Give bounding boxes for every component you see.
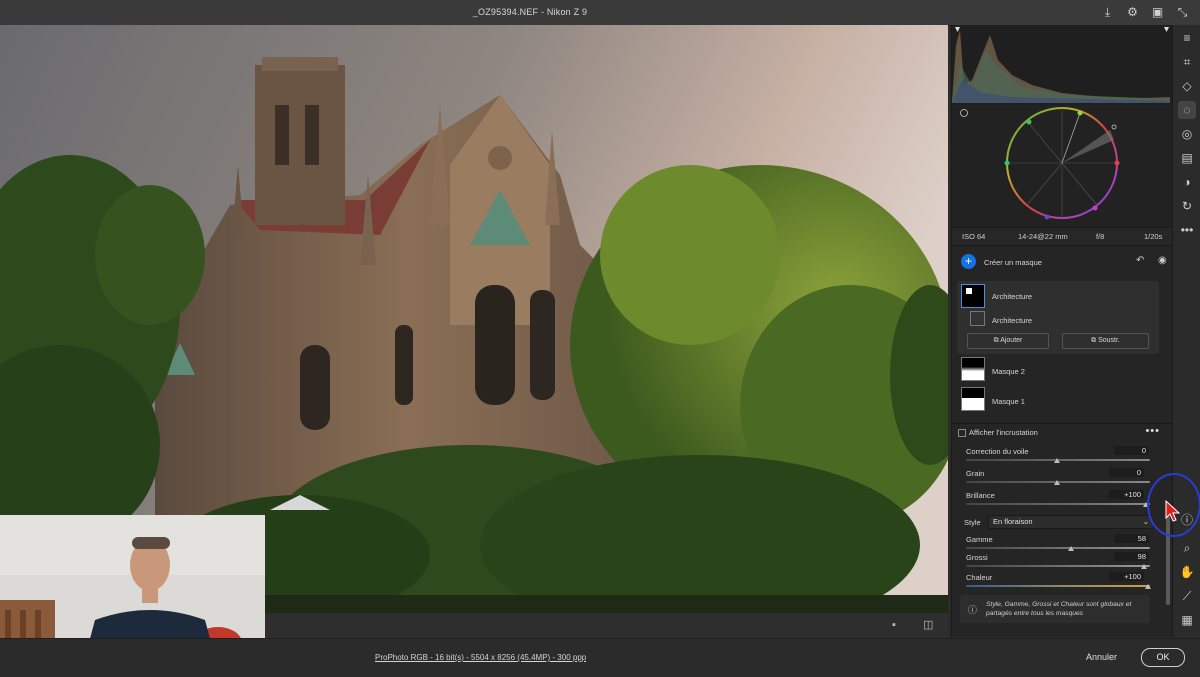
masking-icon[interactable]: ◌ <box>1178 101 1196 119</box>
style-dropdown[interactable]: En floraison ⌄ <box>988 515 1154 529</box>
before-after-icon[interactable]: ◫ <box>923 619 936 632</box>
mask-item-1[interactable]: Masque 1 <box>952 387 1172 417</box>
mask-group-name[interactable]: Architecture <box>992 292 1032 301</box>
gamme-value[interactable]: 58 <box>1114 534 1149 543</box>
mask-item-2[interactable]: Masque 2 <box>952 357 1172 387</box>
grossi-value[interactable]: 98 <box>1114 552 1149 561</box>
chaleur-value[interactable]: +100 <box>1109 572 1144 581</box>
grain-label: Grain <box>966 469 985 478</box>
mask-group-architecture[interactable]: Architecture Architecture ⧉ Ajouter ⧉ So… <box>957 281 1159 354</box>
adjustments-panel: Correction du voile 0 Grain 0 Brillance … <box>952 441 1157 637</box>
mask-thumbnail <box>961 387 985 411</box>
mask-item-name: Masque 1 <box>992 397 1025 406</box>
subtract-mask-button[interactable]: ⧉ Soustr. <box>1062 333 1149 349</box>
zoom-icon[interactable]: ⌕ <box>1178 539 1196 557</box>
info-note: ⓘ Style, Gamme, Grossi et Chaleur sont g… <box>960 595 1150 623</box>
chaleur-slider[interactable] <box>966 585 1150 587</box>
add-mask-button[interactable]: ⧉ Ajouter <box>967 333 1049 349</box>
grossi-slider[interactable] <box>966 565 1150 567</box>
reset-mask-icon[interactable]: ↶ <box>1136 255 1144 266</box>
chaleur-knob[interactable] <box>1145 584 1151 589</box>
haze-value[interactable]: 0 <box>1114 446 1149 455</box>
grossi-knob[interactable] <box>1141 564 1147 569</box>
eyedropper-icon[interactable]: ⟋ <box>1178 587 1196 605</box>
slideshow-icon[interactable]: ▣ <box>1150 5 1165 20</box>
overlay-toggle-row: Afficher l'incrustation ••• <box>952 423 1172 440</box>
subtract-icon: ⧉ <box>1091 337 1097 344</box>
grossi-label: Grossi <box>966 553 988 562</box>
create-mask-label[interactable]: Créer un masque <box>984 258 1042 267</box>
presets-icon[interactable]: ◑ <box>1178 173 1196 191</box>
chevron-down-icon: ⌄ <box>1142 517 1149 526</box>
brillance-label: Brillance <box>966 491 995 500</box>
edit-sliders-icon[interactable]: ≡ <box>1178 29 1196 47</box>
gear-icon[interactable]: ⚙ <box>1125 5 1140 20</box>
architecture-component-icon <box>970 311 985 326</box>
exif-bar: ISO 64 14-24@22 mm f/8 1/20s <box>952 227 1172 246</box>
tool-strip: ≡ ⌗ ◇ ◌ ◎ ▤ ◑ ↻ ••• ⓘ ⌕ ✋ ⟋ ▦ <box>1172 25 1200 637</box>
info-icon: ⓘ <box>968 605 978 615</box>
exif-shutter: 1/20s <box>1144 232 1163 241</box>
cancel-button[interactable]: Annuler <box>1086 652 1117 662</box>
status-bar: ProPhoto RGB - 16 bit(s) - 5504 x 8256 (… <box>0 638 1200 677</box>
haze-label: Correction du voile <box>966 447 1029 456</box>
hand-icon[interactable]: ✋ <box>1178 563 1196 581</box>
grid-icon[interactable]: ▦ <box>1178 611 1196 629</box>
visibility-eye-icon[interactable]: ◉ <box>1158 255 1167 266</box>
mask-item-name: Masque 2 <box>992 367 1025 376</box>
collapse-icon[interactable]: ⤡ <box>1175 5 1190 20</box>
histogram <box>952 25 1172 105</box>
exif-iso: ISO 64 <box>962 232 986 241</box>
add-mask-label: Ajouter <box>1000 337 1023 344</box>
crop-icon[interactable]: ⌗ <box>1178 53 1196 71</box>
view-mode-icon[interactable]: ▪ <box>892 619 905 632</box>
subtract-mask-label: Soustr. <box>1098 337 1120 344</box>
style-value: En floraison <box>993 517 1033 526</box>
brillance-value[interactable]: +100 <box>1109 490 1144 499</box>
gamme-slider[interactable] <box>966 547 1150 549</box>
exif-lens: 14-24@22 mm <box>1018 232 1068 241</box>
info-text: Style, Gamme, Grossi et Chaleur sont glo… <box>986 601 1132 617</box>
more-options-icon[interactable]: ••• <box>1145 425 1160 437</box>
gamme-knob[interactable] <box>1068 546 1074 551</box>
color-wheel[interactable] <box>952 105 1172 227</box>
overlay-checkbox[interactable] <box>958 429 966 437</box>
add-icon: ⧉ <box>993 337 999 344</box>
workflow-options-link[interactable]: ProPhoto RGB - 16 bit(s) - 5504 x 8256 (… <box>375 653 586 662</box>
mask-thumbnail <box>961 357 985 381</box>
gamme-label: Gamme <box>966 535 993 544</box>
haze-knob[interactable] <box>1054 458 1060 463</box>
style-label: Style <box>964 518 981 527</box>
window-title: _OZ95394.NEF - Nikon Z 9 <box>472 7 588 17</box>
more-icon[interactable]: ••• <box>1178 221 1196 239</box>
eraser-icon[interactable]: ◇ <box>1178 77 1196 95</box>
grain-knob[interactable] <box>1054 480 1060 485</box>
layers-icon[interactable]: ▤ <box>1178 149 1196 167</box>
right-panel: ISO 64 14-24@22 mm f/8 1/20s + Créer un … <box>951 25 1172 637</box>
exif-aperture: f/8 <box>1096 232 1105 241</box>
mask-header: + Créer un masque ↶ ◉ <box>952 247 1172 277</box>
create-mask-button[interactable]: + <box>961 254 976 269</box>
title-bar: _OZ95394.NEF - Nikon Z 9 ⤓ ⚙ ▣ ⤡ <box>0 0 1200 26</box>
mouse-cursor-icon <box>1165 500 1181 522</box>
grain-value[interactable]: 0 <box>1109 468 1144 477</box>
top-toolbar: ⤓ ⚙ ▣ ⤡ <box>1100 5 1190 20</box>
mask-thumbnail[interactable] <box>961 284 985 308</box>
brillance-slider[interactable] <box>966 503 1150 505</box>
red-eye-icon[interactable]: ◎ <box>1178 125 1196 143</box>
snapshots-icon[interactable]: ↻ <box>1178 197 1196 215</box>
chaleur-label: Chaleur <box>966 573 993 582</box>
ok-button[interactable]: OK <box>1141 648 1185 667</box>
mask-component-name[interactable]: Architecture <box>992 316 1032 325</box>
save-icon[interactable]: ⤓ <box>1100 5 1115 20</box>
overlay-label[interactable]: Afficher l'incrustation <box>969 428 1038 437</box>
